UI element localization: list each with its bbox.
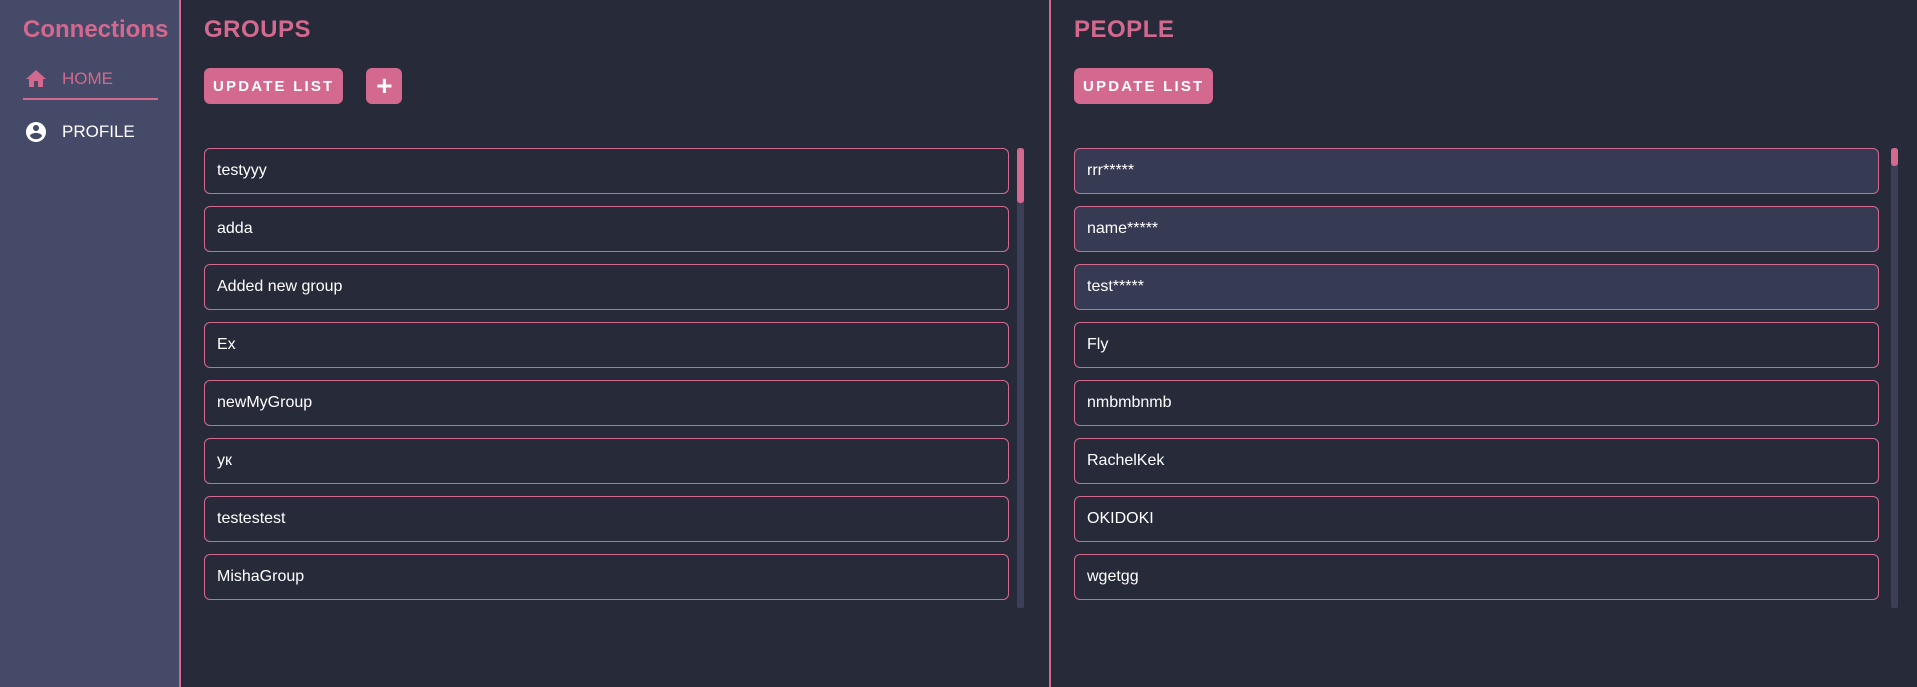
people-panel: PEOPLE UPDATE LIST rrr***** name***** test…	[1051, 0, 1917, 687]
person-list-item[interactable]: wgetgg	[1074, 554, 1879, 600]
account-circle-icon	[23, 119, 49, 145]
people-update-list-button[interactable]: UPDATE LIST	[1074, 68, 1214, 104]
app-root: Connections HOME PROFILE GROUPS UPDATE L…	[0, 0, 1917, 687]
nav-item-home-label: HOME	[62, 69, 113, 88]
groups-list: testyyy adda Added new group Ex newMyGroup ук…	[204, 148, 1024, 600]
person-list-item[interactable]: RachelKek	[1074, 438, 1879, 484]
people-toolbar: UPDATE LIST	[1074, 68, 1917, 104]
person-list-item[interactable]: OKIDOKI	[1074, 496, 1879, 542]
person-list-item[interactable]: test*****	[1074, 264, 1879, 310]
group-list-item[interactable]: testestest	[204, 496, 1009, 542]
groups-toolbar: UPDATE LIST +	[204, 68, 1049, 104]
groups-title: GROUPS	[204, 16, 312, 43]
groups-panel: GROUPS UPDATE LIST + testyyy adda Added ne…	[181, 0, 1051, 687]
person-list-item[interactable]: nmbmbnmb	[1074, 380, 1879, 426]
brand-title: Connections	[23, 16, 169, 43]
home-icon	[23, 66, 49, 92]
nav-item-profile[interactable]: PROFILE	[23, 112, 158, 152]
groups-scrollbar[interactable]	[1017, 148, 1024, 608]
person-list-item[interactable]: Fly	[1074, 322, 1879, 368]
group-list-item[interactable]: Added new group	[204, 264, 1009, 310]
people-title: PEOPLE	[1074, 16, 1175, 43]
groups-scroll-thumb[interactable]	[1017, 148, 1024, 203]
group-list-item[interactable]: ук	[204, 438, 1009, 484]
group-list-item[interactable]: Ex	[204, 322, 1009, 368]
people-scrollbar[interactable]	[1891, 148, 1898, 608]
people-list: rrr***** name***** test***** Fly nmbmbnmb Rac…	[1074, 148, 1907, 600]
group-list-item[interactable]: testyyy	[204, 148, 1009, 194]
add-group-button[interactable]: +	[366, 68, 403, 104]
groups-list-container: testyyy adda Added new group Ex newMyGroup ук…	[204, 148, 1024, 608]
group-list-item[interactable]: MishaGroup	[204, 554, 1009, 600]
nav-item-profile-label: PROFILE	[62, 122, 135, 141]
people-scroll-thumb[interactable]	[1891, 148, 1898, 166]
people-list-container: rrr***** name***** test***** Fly nmbmbnmb Rac…	[1074, 148, 1907, 608]
sidebar: Connections HOME PROFILE	[0, 0, 181, 687]
person-list-item[interactable]: rrr*****	[1074, 148, 1879, 194]
group-list-item[interactable]: adda	[204, 206, 1009, 252]
person-list-item[interactable]: name*****	[1074, 206, 1879, 252]
groups-update-list-button[interactable]: UPDATE LIST	[204, 68, 344, 104]
nav-item-home[interactable]: HOME	[23, 60, 158, 100]
group-list-item[interactable]: newMyGroup	[204, 380, 1009, 426]
